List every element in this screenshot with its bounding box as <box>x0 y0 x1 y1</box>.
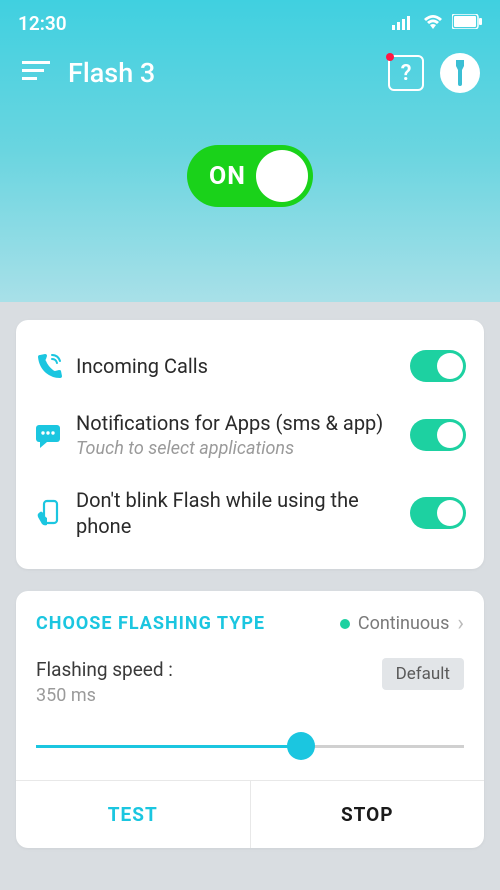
section-header: CHOOSE FLASHING TYPE Continuous › <box>36 611 464 636</box>
status-time: 12:30 <box>18 12 67 35</box>
flashlight-button[interactable] <box>440 53 480 93</box>
battery-icon <box>452 14 482 33</box>
option-subtitle: Touch to select applications <box>76 438 410 459</box>
speed-value: 350 ms <box>36 685 173 706</box>
status-dot-icon <box>340 619 350 629</box>
option-title: Notifications for Apps (sms & app) <box>76 410 410 436</box>
test-button[interactable]: TEST <box>16 781 251 848</box>
status-icons <box>392 13 482 35</box>
stop-button[interactable]: STOP <box>251 781 485 848</box>
menu-icon[interactable] <box>22 61 50 85</box>
slider-fill <box>36 745 301 748</box>
wifi-icon <box>422 13 444 35</box>
option-notifications[interactable]: Notifications for Apps (sms & app) Touch… <box>34 396 466 473</box>
phone-ring-icon <box>34 351 76 381</box>
main-toggle-container: ON <box>0 145 500 207</box>
options-card: Incoming Calls Notifications for Apps (s… <box>16 320 484 569</box>
chat-icon <box>34 421 76 449</box>
action-buttons: TEST STOP <box>16 780 484 848</box>
speed-row: Flashing speed : 350 ms Default <box>36 658 464 706</box>
toggle-dont-blink[interactable] <box>410 497 466 529</box>
phone-hand-icon <box>34 498 76 528</box>
top-actions: ? <box>388 53 480 93</box>
option-text: Notifications for Apps (sms & app) Touch… <box>76 410 410 459</box>
toggle-incoming-calls[interactable] <box>410 350 466 382</box>
option-title: Don't blink Flash while using the phone <box>76 487 410 539</box>
chevron-right-icon: › <box>457 611 464 636</box>
default-button[interactable]: Default <box>382 658 464 690</box>
app-title: Flash 3 <box>68 57 388 89</box>
signal-icon <box>392 14 414 34</box>
speed-slider[interactable] <box>36 732 464 762</box>
section-title: CHOOSE FLASHING TYPE <box>36 613 265 634</box>
option-text: Don't blink Flash while using the phone <box>76 487 410 539</box>
speed-labels: Flashing speed : 350 ms <box>36 658 173 706</box>
option-incoming-calls[interactable]: Incoming Calls <box>34 336 466 396</box>
app-header: 12:30 Flash 3 ? ON <box>0 0 500 302</box>
toggle-notifications[interactable] <box>410 419 466 451</box>
speed-label: Flashing speed : <box>36 658 173 681</box>
flashing-type-label: Continuous <box>358 613 450 634</box>
option-dont-blink[interactable]: Don't blink Flash while using the phone <box>34 473 466 553</box>
flashing-type-selector[interactable]: Continuous › <box>340 611 464 636</box>
topbar: Flash 3 ? <box>0 41 500 103</box>
option-text: Incoming Calls <box>76 353 410 379</box>
main-toggle[interactable]: ON <box>187 145 313 207</box>
help-button[interactable]: ? <box>388 55 424 91</box>
option-title: Incoming Calls <box>76 353 410 379</box>
content-area: Incoming Calls Notifications for Apps (s… <box>0 320 500 848</box>
status-bar: 12:30 <box>0 0 500 41</box>
main-toggle-knob <box>256 150 308 202</box>
main-toggle-label: ON <box>209 162 246 191</box>
slider-thumb[interactable] <box>287 732 315 760</box>
flashing-card: CHOOSE FLASHING TYPE Continuous › Flashi… <box>16 591 484 848</box>
